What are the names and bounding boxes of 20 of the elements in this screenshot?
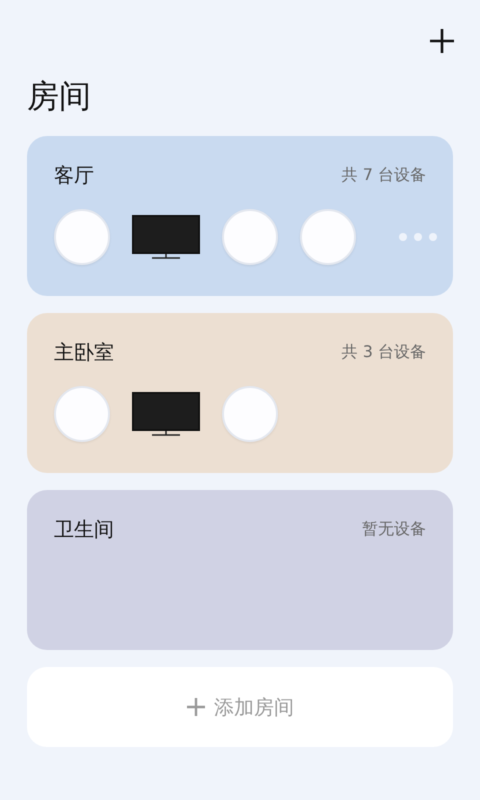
room-card[interactable]: 客厅 共 7 台设备 — [27, 136, 453, 296]
room-name: 主卧室 — [54, 339, 114, 366]
device-count: 暂无设备 — [362, 518, 426, 540]
more-icon[interactable] — [398, 232, 438, 242]
device-icon[interactable] — [54, 209, 110, 265]
device-icon[interactable] — [300, 209, 356, 265]
room-name: 客厅 — [54, 162, 94, 189]
tv-icon[interactable] — [132, 392, 200, 436]
device-count: 共 7 台设备 — [342, 164, 426, 186]
room-card[interactable]: 卫生间 暂无设备 — [27, 490, 453, 650]
add-icon[interactable] — [427, 26, 457, 56]
room-name: 卫生间 — [54, 516, 114, 543]
device-count: 共 3 台设备 — [342, 341, 426, 363]
plus-icon — [186, 697, 206, 717]
device-icon[interactable] — [222, 209, 278, 265]
room-card[interactable]: 主卧室 共 3 台设备 — [27, 313, 453, 473]
device-icon[interactable] — [54, 386, 110, 442]
device-icon[interactable] — [222, 386, 278, 442]
tv-icon[interactable] — [132, 215, 200, 259]
page-title: 房间 — [27, 80, 92, 112]
